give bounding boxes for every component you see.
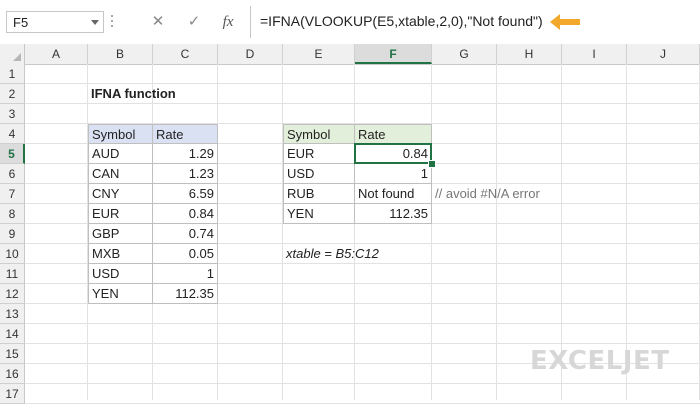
result-cell-symbol[interactable]: USD (283, 164, 355, 184)
row-header-11[interactable]: 11 (0, 264, 25, 284)
column-header-i[interactable]: I (562, 44, 627, 64)
table-cell-symbol[interactable]: GBP (88, 224, 153, 244)
comment-text[interactable]: // avoid #N/A error (432, 184, 540, 204)
sheet-title[interactable]: IFNA function (88, 84, 176, 104)
cancel-icon[interactable]: ✕ (148, 12, 168, 32)
table-cell-symbol[interactable]: MXB (88, 244, 153, 264)
row-header-3[interactable]: 3 (0, 104, 25, 124)
result-cell-rate[interactable]: 1 (355, 164, 432, 184)
column-header-f[interactable]: F (355, 44, 432, 64)
fill-handle[interactable] (428, 160, 436, 168)
column-header-j[interactable]: J (627, 44, 700, 64)
row-header-8[interactable]: 8 (0, 204, 25, 224)
gridline (496, 64, 497, 400)
result-cell-rate[interactable]: Not found (355, 184, 432, 204)
gridline (431, 64, 432, 400)
row-header-2[interactable]: 2 (0, 84, 25, 104)
table-cell-rate[interactable]: 112.35 (153, 284, 218, 304)
column-header-b[interactable]: B (88, 44, 153, 64)
row-header-9[interactable]: 9 (0, 224, 25, 244)
table-cell-rate[interactable]: 0.74 (153, 224, 218, 244)
row-header-15[interactable]: 15 (0, 344, 25, 364)
column-headers: ABCDEFGHIJ (0, 44, 700, 65)
column-header-g[interactable]: G (432, 44, 497, 64)
active-cell-selection[interactable] (354, 143, 432, 164)
gridline (282, 64, 283, 400)
exceljet-logo: EXCELJET (530, 346, 690, 376)
result-cell-symbol[interactable]: RUB (283, 184, 355, 204)
row-header-7[interactable]: 7 (0, 184, 25, 204)
table-cell-symbol[interactable]: YEN (88, 284, 153, 304)
result-header-symbol[interactable]: Symbol (283, 124, 355, 144)
table-cell-symbol[interactable]: USD (88, 264, 153, 284)
table-cell-rate[interactable]: 1.23 (153, 164, 218, 184)
row-header-4[interactable]: 4 (0, 124, 25, 144)
result-header-rate[interactable]: Rate (355, 124, 432, 144)
formula-input[interactable]: =IFNA(VLOOKUP(E5,xtable,2,0),"Not found"… (260, 13, 543, 29)
table-cell-rate[interactable]: 6.59 (153, 184, 218, 204)
row-header-16[interactable]: 16 (0, 364, 25, 384)
row-header-17[interactable]: 17 (0, 384, 25, 404)
result-cell-symbol[interactable]: EUR (283, 144, 355, 164)
drag-handle-icon[interactable] (110, 15, 114, 29)
select-all-button[interactable] (0, 44, 25, 64)
chevron-down-icon[interactable] (91, 20, 99, 25)
table-cell-symbol[interactable]: AUD (88, 144, 153, 164)
row-header-14[interactable]: 14 (0, 324, 25, 344)
table-header-rate[interactable]: Rate (153, 124, 218, 144)
gridline (25, 383, 700, 384)
insert-function-icon[interactable]: fx (218, 12, 238, 32)
result-cell-symbol[interactable]: YEN (283, 204, 355, 224)
table-header-symbol[interactable]: Symbol (88, 124, 153, 144)
table-cell-symbol[interactable]: EUR (88, 204, 153, 224)
column-header-c[interactable]: C (153, 44, 218, 64)
column-header-h[interactable]: H (497, 44, 562, 64)
table-cell-rate[interactable]: 0.05 (153, 244, 218, 264)
row-header-5[interactable]: 5 (0, 144, 25, 164)
formula-controls: ✕ ✓ fx (122, 6, 251, 38)
column-header-e[interactable]: E (283, 44, 355, 64)
gridline (25, 323, 700, 324)
result-cell-rate[interactable]: 112.35 (355, 204, 432, 224)
named-range-note[interactable]: xtable = B5:C12 (283, 244, 379, 264)
table-cell-symbol[interactable]: CAN (88, 164, 153, 184)
column-header-d[interactable]: D (218, 44, 283, 64)
gridline (354, 64, 355, 400)
row-header-13[interactable]: 13 (0, 304, 25, 324)
row-header-1[interactable]: 1 (0, 64, 25, 84)
table-cell-rate[interactable]: 1.29 (153, 144, 218, 164)
table-cell-rate[interactable]: 1 (153, 264, 218, 284)
row-header-12[interactable]: 12 (0, 284, 25, 304)
gridline (25, 343, 700, 344)
table-cell-rate[interactable]: 0.84 (153, 204, 218, 224)
arrow-left-icon (550, 14, 580, 30)
logo-text: EXCELJET (530, 346, 670, 376)
name-box-value: F5 (13, 15, 29, 30)
column-header-a[interactable]: A (25, 44, 88, 64)
enter-icon[interactable]: ✓ (184, 12, 204, 32)
name-box[interactable]: F5 (6, 11, 104, 33)
row-header-6[interactable]: 6 (0, 164, 25, 184)
formula-bar: F5 ✕ ✓ fx =IFNA(VLOOKUP(E5,xtable,2,0),"… (0, 0, 700, 45)
table-cell-symbol[interactable]: CNY (88, 184, 153, 204)
row-header-10[interactable]: 10 (0, 244, 25, 264)
